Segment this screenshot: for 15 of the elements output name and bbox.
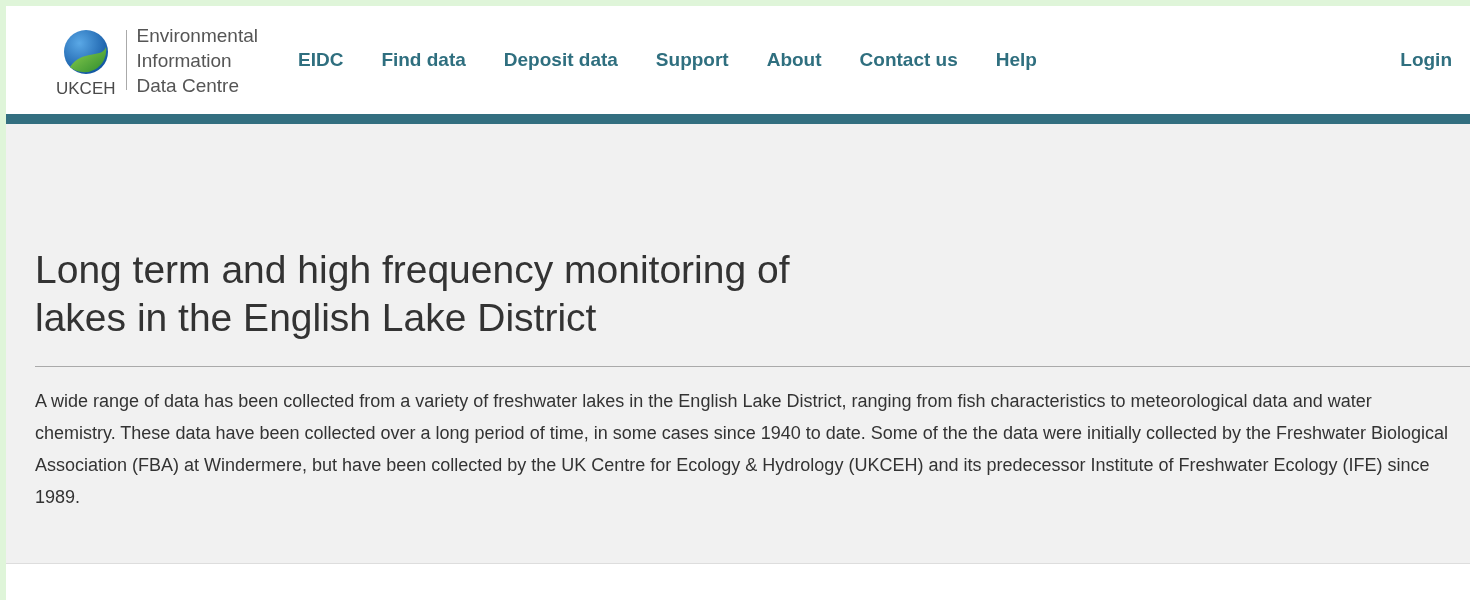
logo-text: Data Centre [136, 73, 240, 98]
globe-icon [61, 29, 110, 75]
nav-link[interactable]: Support [655, 49, 729, 71]
login-link[interactable]: Login [1400, 49, 1452, 71]
logo-text: Information [136, 48, 233, 73]
nav-link[interactable]: Deposit data [503, 49, 618, 71]
nav-link[interactable]: Contact us [859, 49, 958, 71]
nav-link[interactable]: About [766, 49, 822, 71]
description-paragraph: A wide range of data has been collected from a variety of freshwater lakes in the English Lake District, ranging from fish characteristics to meteorological data and water chemistry. These data have been collected over a long period of time, in some cases since 1940 to date. Some of the the data were initially collected by the Freshwater Biological Association (FBA) at Windermere, but have been collected by the UK Centre for Ecology & Hydrology (UKCEH) and its predecessor Institute of Freshwater Ecology (IFE) since 1989. [35, 390, 1450, 509]
nav-link[interactable]: Find data [381, 49, 466, 71]
nav-link[interactable]: EIDC [297, 49, 344, 71]
logo-wordmark: UKCEH [56, 79, 116, 99]
page-title: Long term and high frequency monitoring of lakes in the English Lake District [35, 247, 791, 341]
logo-text: Environmental [136, 23, 258, 48]
nav-link[interactable]: Help [995, 49, 1037, 71]
